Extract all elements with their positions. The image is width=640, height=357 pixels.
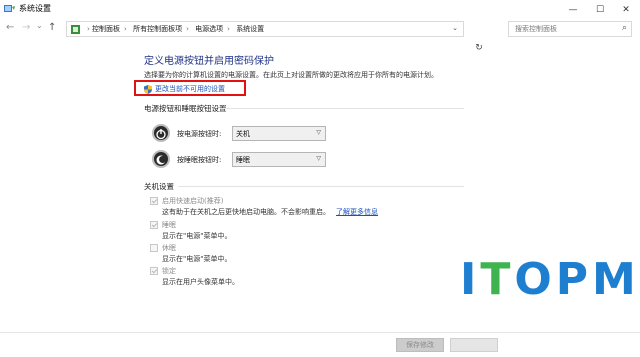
chevron-down-icon: ▽: [316, 129, 321, 136]
page-description: 选择要为你的计算机设置的电源设置。在此页上对设置所做的更改将应用于你所有的电源计…: [144, 71, 438, 79]
sleep-option-description: 显示在"电源"菜单中。: [162, 232, 232, 240]
search-icon[interactable]: ⌕: [622, 23, 627, 33]
forward-arrow-icon[interactable]: →: [22, 22, 30, 33]
minimize-button[interactable]: —: [560, 0, 586, 19]
page-title: 定义电源按钮并启用密码保护: [144, 56, 274, 67]
breadcrumb-item[interactable]: 控制面板: [92, 25, 120, 33]
hibernate-checkbox[interactable]: [150, 244, 158, 252]
watermark-letter: P: [555, 254, 593, 305]
cancel-button[interactable]: [450, 338, 498, 352]
uac-shield-icon: [144, 84, 152, 94]
chevron-down-icon: ▽: [316, 155, 321, 162]
up-arrow-icon[interactable]: ↑: [48, 22, 56, 33]
main-content: 定义电源按钮并启用密码保护 选择要为你的计算机设置的电源设置。在此页上对设置所做…: [0, 39, 640, 357]
watermark-text: ITOPM: [460, 254, 640, 305]
save-changes-button[interactable]: 保存修改: [396, 338, 444, 352]
power-options-icon: [4, 5, 15, 12]
watermark-letter: O: [514, 254, 556, 305]
section-divider: [178, 186, 464, 187]
itopm-watermark-logo: ITOPM: [460, 254, 640, 305]
sleep-button-select[interactable]: 睡眠 ▽: [232, 152, 326, 167]
breadcrumb-item[interactable]: 系统设置: [236, 25, 264, 33]
control-panel-icon: [71, 25, 80, 34]
change-settings-link[interactable]: 更改当前不可用的设置: [144, 84, 225, 94]
fast-startup-label: 启用快速启动(推荐): [162, 197, 224, 205]
power-button-select[interactable]: 关机 ▽: [232, 126, 326, 141]
sleep-option-label: 睡眠: [162, 221, 176, 229]
sleep-button-label: 按睡眠按钮时:: [177, 156, 222, 164]
sleep-button-icon: [152, 150, 170, 168]
footer-divider: [0, 332, 640, 333]
address-dropdown-icon[interactable]: ⌄: [452, 24, 458, 32]
sleep-button-value: 睡眠: [236, 156, 250, 164]
fast-startup-description: 这有助于在关机之后更快地启动电脑。不会影响重启。 了解更多信息: [162, 207, 378, 217]
hibernate-option-label: 休眠: [162, 244, 176, 252]
hibernate-option-description: 显示在"电源"菜单中。: [162, 255, 232, 263]
lock-checkbox[interactable]: [150, 267, 158, 275]
learn-more-link[interactable]: 了解更多信息: [336, 208, 378, 216]
power-button-icon: [152, 124, 170, 142]
window-title: 系统设置: [19, 4, 51, 13]
fast-startup-checkbox[interactable]: [150, 197, 158, 205]
watermark-letter: M: [592, 254, 640, 305]
maximize-button[interactable]: ☐: [587, 0, 613, 19]
section-divider: [220, 108, 464, 109]
breadcrumb-item[interactable]: 电源选项: [195, 25, 223, 33]
lock-option-description: 显示在用户头像菜单中。: [162, 278, 239, 286]
shutdown-section-title: 关机设置: [144, 182, 174, 191]
sleep-checkbox[interactable]: [150, 221, 158, 229]
address-bar[interactable]: › 控制面板 › 所有控制面板项 › 电源选项 › 系统设置 ⌄: [66, 21, 464, 37]
watermark-letter: T: [480, 254, 515, 305]
search-input[interactable]: 搜索控制面板 ⌕: [508, 21, 632, 37]
title-bar: 系统设置 — ☐ ✕: [0, 0, 640, 19]
power-buttons-section-title: 电源按钮和睡眠按钮设置: [144, 104, 227, 113]
power-button-value: 关机: [236, 130, 250, 138]
watermark-letter: I: [460, 254, 481, 305]
close-button[interactable]: ✕: [613, 0, 639, 19]
power-button-label: 按电源按钮时:: [177, 130, 222, 138]
fast-startup-desc-text: 这有助于在关机之后更快地启动电脑。不会影响重启。: [162, 208, 330, 216]
back-arrow-icon[interactable]: ←: [6, 22, 14, 33]
breadcrumb-item[interactable]: 所有控制面板项: [133, 25, 182, 33]
lock-option-label: 锁定: [162, 267, 176, 275]
search-placeholder: 搜索控制面板: [515, 25, 557, 33]
change-settings-label[interactable]: 更改当前不可用的设置: [155, 84, 225, 94]
recent-locations-icon[interactable]: ⌄: [36, 21, 43, 30]
breadcrumb: › 控制面板 › 所有控制面板项 › 电源选项 › 系统设置: [87, 25, 265, 33]
